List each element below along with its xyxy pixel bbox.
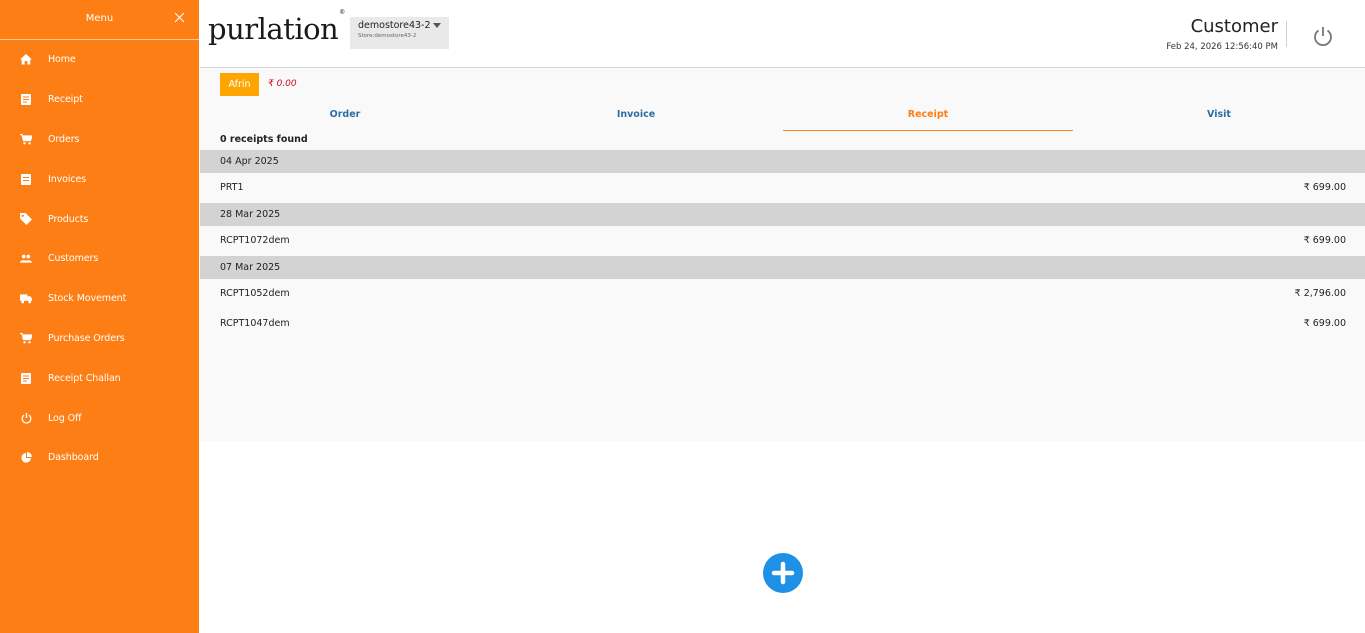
store-subtitle: Store:demostore43-2	[358, 33, 417, 39]
home-icon	[20, 54, 32, 66]
chevron-down-icon	[433, 23, 441, 28]
sidebar-item-log-off[interactable]: Log Off	[0, 398, 199, 438]
receipt-row[interactable]: RCPT1047dem ₹ 699.00	[200, 309, 1365, 339]
sidebar-item-receipt-challan[interactable]: Receipt Challan	[0, 358, 199, 398]
receipt-row[interactable]: RCPT1052dem ₹ 2,796.00	[200, 279, 1365, 309]
sidebar-item-invoices[interactable]: Invoices	[0, 159, 199, 199]
receipt-row[interactable]: RCPT1072dem ₹ 699.00	[200, 226, 1365, 256]
customer-button[interactable]: Afrin	[220, 73, 259, 96]
sidebar: Menu Home Receipt Orders Invoices Produc…	[0, 0, 199, 633]
sidebar-item-orders[interactable]: Orders	[0, 120, 199, 160]
sidebar-item-dashboard[interactable]: Dashboard	[0, 438, 199, 478]
sidebar-item-customers[interactable]: Customers	[0, 239, 199, 279]
tab-visit[interactable]: Visit	[1074, 104, 1364, 131]
receipt-id: PRT1	[220, 182, 244, 193]
sidebar-item-label: Products	[48, 213, 89, 225]
power-icon	[20, 412, 32, 424]
user-role: Customer	[1190, 16, 1278, 37]
store-selector[interactable]: demostore43-2 Store:demostore43-2	[350, 17, 449, 49]
sidebar-item-purchase-orders[interactable]: Purchase Orders	[0, 319, 199, 359]
receipt-id: RCPT1052dem	[220, 288, 290, 299]
pie-chart-icon	[20, 452, 32, 464]
invoice-icon	[20, 173, 32, 185]
close-icon[interactable]	[174, 12, 185, 23]
customer-balance: ₹ 0.00	[268, 79, 297, 89]
tab-receipt[interactable]: Receipt	[783, 104, 1073, 131]
logo-text: purlation	[208, 12, 339, 46]
sidebar-item-products[interactable]: Products	[0, 199, 199, 239]
cart-icon	[20, 332, 32, 344]
add-receipt-button[interactable]	[763, 553, 803, 593]
sidebar-item-label: Dashboard	[48, 452, 99, 464]
sidebar-item-label: Customers	[48, 253, 99, 265]
brand-logo: purlation®	[208, 9, 345, 46]
sidebar-item-home[interactable]: Home	[0, 40, 199, 80]
top-header: purlation® demostore43-2 Store:demostore…	[200, 0, 1365, 68]
current-datetime: Feb 24, 2026 12:56:40 PM	[1166, 42, 1278, 52]
sidebar-item-label: Orders	[48, 133, 80, 145]
tag-icon	[20, 213, 32, 226]
tab-invoice[interactable]: Invoice	[491, 104, 781, 131]
sidebar-header: Menu	[0, 0, 199, 40]
sidebar-title: Menu	[85, 13, 114, 24]
results-count: 0 receipts found	[220, 134, 308, 145]
cart-icon	[20, 133, 32, 145]
receipt-row[interactable]: PRT1 ₹ 699.00	[200, 173, 1365, 203]
sidebar-item-label: Purchase Orders	[48, 332, 125, 344]
power-icon[interactable]	[1312, 25, 1334, 47]
sidebar-item-label: Receipt	[48, 94, 83, 106]
receipts-panel: Afrin ₹ 0.00 Order Invoice Receipt Visit…	[200, 69, 1365, 441]
store-name: demostore43-2	[358, 20, 431, 31]
receipt-amount: ₹ 699.00	[1303, 182, 1346, 193]
sidebar-item-label: Receipt Challan	[48, 372, 121, 384]
logo-mark: ®	[339, 9, 345, 17]
sidebar-item-stock-movement[interactable]: Stock Movement	[0, 279, 199, 319]
sidebar-item-label: Home	[48, 54, 76, 66]
sidebar-item-receipt[interactable]: Receipt	[0, 80, 199, 120]
date-group-header: 07 Mar 2025	[200, 256, 1365, 279]
header-divider	[1286, 21, 1287, 47]
receipt-icon	[20, 94, 32, 106]
date-group-header: 28 Mar 2025	[200, 203, 1365, 226]
truck-icon	[20, 293, 32, 305]
receipt-id: RCPT1072dem	[220, 235, 290, 246]
receipt-amount: ₹ 699.00	[1303, 318, 1346, 329]
tab-bar: Order Invoice Receipt Visit	[200, 104, 1365, 131]
sidebar-item-label: Log Off	[48, 412, 82, 424]
sidebar-item-label: Invoices	[48, 173, 87, 185]
date-group-header: 04 Apr 2025	[200, 150, 1365, 173]
sidebar-item-label: Stock Movement	[48, 293, 127, 305]
receipt-amount: ₹ 699.00	[1303, 235, 1346, 246]
people-icon	[20, 253, 32, 265]
sidebar-menu: Home Receipt Orders Invoices Products Cu…	[0, 40, 199, 478]
plus-icon	[771, 561, 795, 585]
receipt-amount: ₹ 2,796.00	[1294, 288, 1346, 299]
tab-order[interactable]: Order	[200, 104, 490, 131]
receipt-icon	[20, 372, 32, 384]
receipt-id: RCPT1047dem	[220, 318, 290, 329]
